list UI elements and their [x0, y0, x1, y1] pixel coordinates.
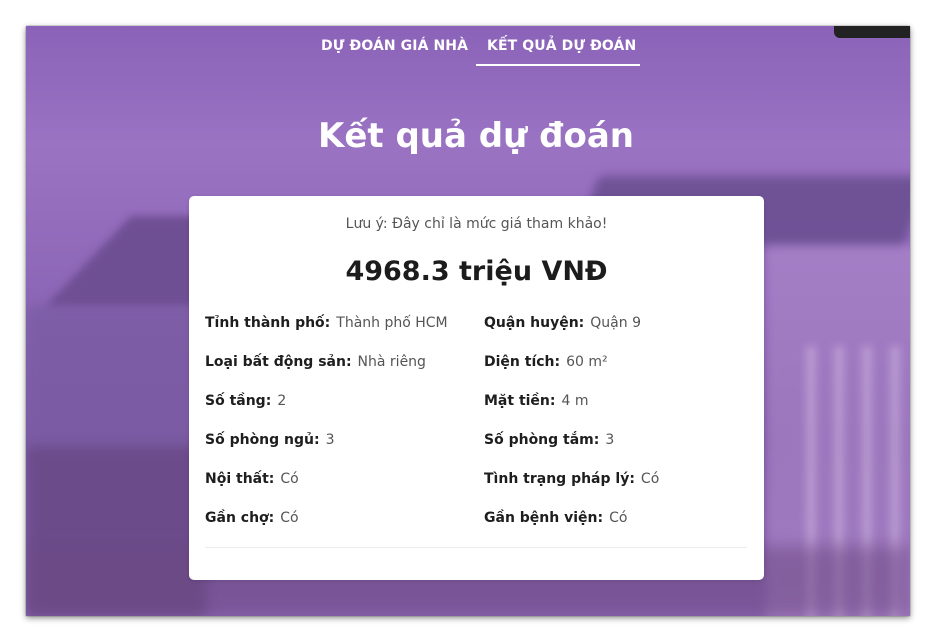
field-floors: Số tầng: 2: [205, 393, 286, 409]
result-card: Lưu ý: Đây chỉ là mức giá tham khảo! 496…: [189, 196, 764, 580]
field-value: 3: [325, 432, 335, 448]
nav-predict-result[interactable]: KẾT QUẢ DỰ ĐOÁN: [487, 38, 636, 54]
page-title: Kết quả dự đoán: [317, 116, 635, 156]
nav-predict-price[interactable]: DỰ ĐOÁN GIÁ NHÀ: [321, 38, 468, 54]
field-bedrooms: Số phòng ngủ: 3: [205, 432, 335, 448]
nav-active-underline: [476, 64, 640, 66]
predicted-price: 4968.3 triệu VNĐ: [345, 256, 608, 287]
field-district: Quận huyện: Quận 9: [484, 315, 641, 331]
field-area: Diện tích: 60 m²: [484, 354, 608, 370]
field-label: Diện tích:: [484, 354, 561, 370]
field-label: Số tầng:: [205, 393, 272, 409]
field-label: Gần chợ:: [205, 510, 275, 526]
field-property-type: Loại bất động sản: Nhà riêng: [205, 354, 426, 370]
field-value: Có: [280, 510, 299, 526]
field-label: Tỉnh thành phố:: [205, 315, 331, 331]
field-value: Có: [609, 510, 628, 526]
divider: [205, 547, 747, 548]
field-value: 4 m: [561, 393, 589, 409]
field-label: Tình trạng pháp lý:: [484, 471, 635, 487]
field-value: 3: [605, 432, 615, 448]
field-value: Có: [640, 471, 660, 487]
field-furniture: Nội thất: Có: [205, 471, 299, 487]
field-value: Có: [280, 471, 299, 487]
field-value: 60 m²: [566, 354, 608, 370]
field-label: Số phòng ngủ:: [205, 432, 320, 448]
field-frontage: Mặt tiền: 4 m: [484, 393, 589, 409]
field-label: Mặt tiền:: [484, 393, 556, 409]
field-value: 2: [277, 393, 287, 409]
field-label: Gần bệnh viện:: [484, 510, 604, 526]
field-label: Số phòng tắm:: [484, 432, 600, 448]
field-value: Quận 9: [590, 315, 641, 331]
field-label: Quận huyện:: [484, 315, 585, 331]
field-value: Nhà riêng: [357, 354, 426, 370]
disclaimer-note: Lưu ý: Đây chỉ là mức giá tham khảo!: [345, 216, 608, 232]
field-legal-status: Tình trạng pháp lý: Có: [484, 471, 659, 487]
top-nav: DỰ ĐOÁN GIÁ NHÀ KẾT QUẢ DỰ ĐOÁN: [26, 26, 910, 68]
field-near-market: Gần chợ: Có: [205, 510, 299, 526]
field-province: Tỉnh thành phố: Thành phố HCM: [205, 315, 448, 331]
field-label: Nội thất:: [205, 471, 275, 487]
field-bathrooms: Số phòng tắm: 3: [484, 432, 614, 448]
app-window: DỰ ĐOÁN GIÁ NHÀ KẾT QUẢ DỰ ĐOÁN Kết quả …: [26, 26, 910, 616]
field-near-hospital: Gần bệnh viện: Có: [484, 510, 627, 526]
field-label: Loại bất động sản:: [205, 354, 352, 370]
field-value: Thành phố HCM: [336, 315, 448, 331]
